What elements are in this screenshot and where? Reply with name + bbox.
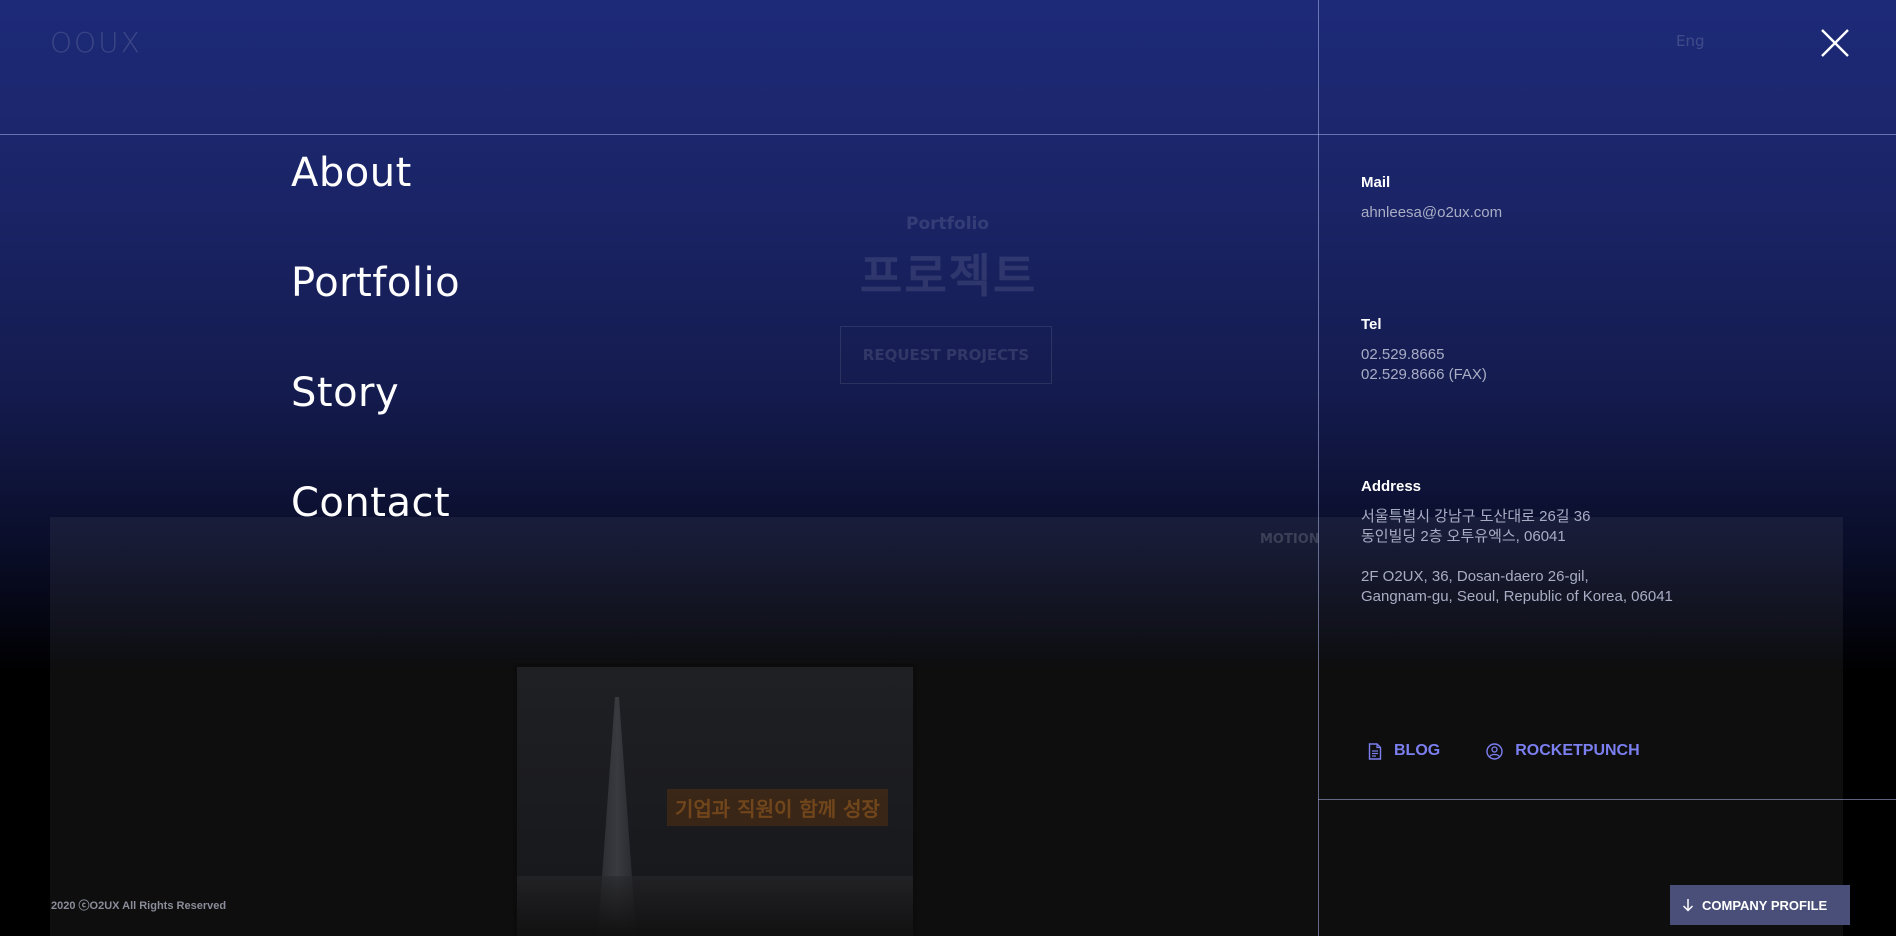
filter-tab-motion[interactable]: MOTION [1260, 532, 1320, 547]
main-menu: About Portfolio Story Contact [291, 150, 460, 590]
section-label: Portfolio [906, 214, 990, 234]
mail-label: Mail [1361, 174, 1391, 191]
external-links: BLOG ROCKETPUNCH [1368, 742, 1686, 760]
address-en-line1: 2F O2UX, 36, Dosan-daero 26-gil, [1361, 568, 1589, 585]
company-profile-label: COMPANY PROFILE [1702, 897, 1828, 913]
header-divider [0, 134, 1896, 135]
card-image-skyline [517, 876, 913, 936]
tel-block: Tel 02.529.8665 02.529.8666 (FAX) [1361, 316, 1487, 385]
document-icon [1368, 742, 1382, 760]
arrow-down-icon [1682, 898, 1694, 912]
tel-value[interactable]: 02.529.8665 [1361, 345, 1487, 365]
address-en-line2: Gangnam-gu, Seoul, Republic of Korea, 06… [1361, 588, 1673, 605]
rocketpunch-link[interactable]: ROCKETPUNCH [1486, 742, 1640, 760]
menu-link-about[interactable]: About [291, 150, 412, 196]
mail-value[interactable]: ahnleesa@o2ux.com [1361, 203, 1502, 223]
copyright-text: 2020 ⓒO2UX All Rights Reserved [51, 900, 227, 912]
company-profile-button[interactable]: COMPANY PROFILE [1670, 885, 1850, 925]
close-icon [1821, 29, 1849, 57]
mail-block: Mail ahnleesa@o2ux.com [1361, 174, 1502, 223]
vertical-divider [1318, 0, 1319, 936]
address-kr-line2: 동인빌딩 2층 오투유엑스, 06041 [1361, 528, 1566, 545]
tel-label: Tel [1361, 316, 1382, 333]
blog-link[interactable]: BLOG [1368, 742, 1440, 760]
section-title: 프로젝트 [860, 249, 1038, 303]
fax-value: 02.529.8666 (FAX) [1361, 366, 1487, 383]
rocketpunch-link-label: ROCKETPUNCH [1515, 742, 1640, 759]
menu-item-story: Story [291, 370, 460, 480]
close-button[interactable] [1820, 28, 1850, 58]
menu-item-portfolio: Portfolio [291, 260, 460, 370]
menu-item-about: About [291, 150, 460, 260]
language-toggle[interactable]: Eng [1676, 32, 1705, 50]
card-headline: 기업과 직원이 함께 성장 [667, 789, 888, 826]
menu-link-portfolio[interactable]: Portfolio [291, 260, 460, 306]
user-circle-icon [1486, 742, 1503, 760]
blog-link-label: BLOG [1394, 742, 1441, 759]
address-label: Address [1361, 478, 1422, 495]
menu-item-contact: Contact [291, 480, 460, 590]
request-projects-button[interactable]: REQUEST PROJECTS [840, 326, 1052, 384]
background-page: OOUX Eng Portfolio 프로젝트 REQUEST PROJECTS… [0, 0, 1896, 936]
site-logo[interactable]: OOUX [50, 26, 142, 59]
address-kr-line1: 서울특별시 강남구 도산대로 26길 36 [1361, 508, 1591, 525]
portfolio-card[interactable]: 기업과 직원이 함께 성장 [513, 663, 917, 936]
menu-link-contact[interactable]: Contact [291, 480, 450, 526]
address-block: Address 서울특별시 강남구 도산대로 26길 36 동인빌딩 2층 오투… [1361, 478, 1673, 607]
menu-link-story[interactable]: Story [291, 370, 399, 416]
info-divider [1318, 799, 1896, 800]
menu-overlay: OOUX Eng Portfolio 프로젝트 REQUEST PROJECTS… [0, 0, 1896, 936]
